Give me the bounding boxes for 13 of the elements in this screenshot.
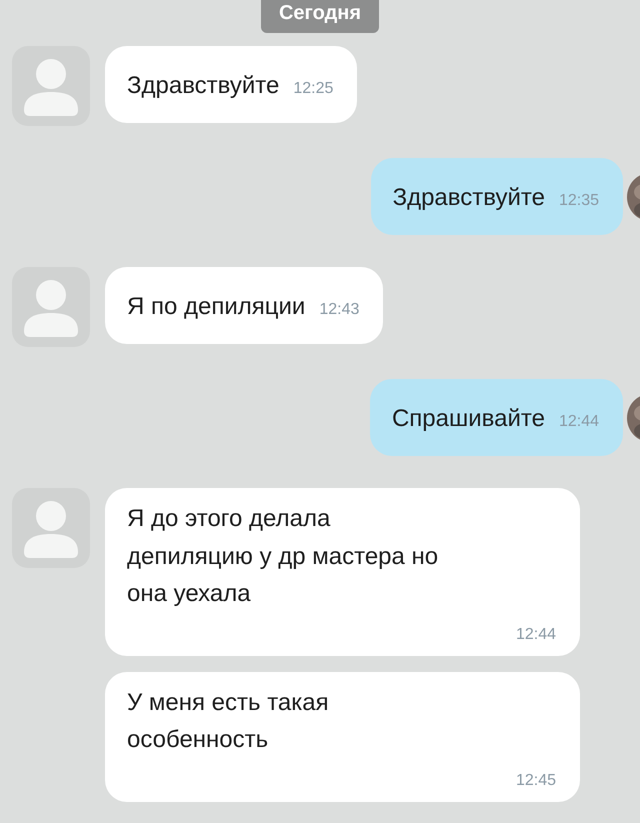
date-label: Сегодня [260, 0, 380, 33]
message-time: 12:44 [516, 626, 556, 644]
message-text: Я по депиляции [127, 292, 306, 322]
message-text: Спрашивайте [392, 404, 545, 434]
message-time: 12:43 [319, 301, 360, 320]
message-text: Здравствуйте [127, 71, 280, 101]
message-text: Здравствуйте [392, 183, 545, 213]
message-time: 12:44 [558, 413, 599, 432]
message-text: У меня есть такая особенность [127, 688, 330, 756]
message-time: 12:45 [516, 772, 556, 790]
message-time: 12:35 [558, 192, 599, 210]
message-time: 12:25 [293, 80, 334, 98]
message-text: Я до этого делала депиляцию у др мастера но она уехала [127, 504, 440, 609]
